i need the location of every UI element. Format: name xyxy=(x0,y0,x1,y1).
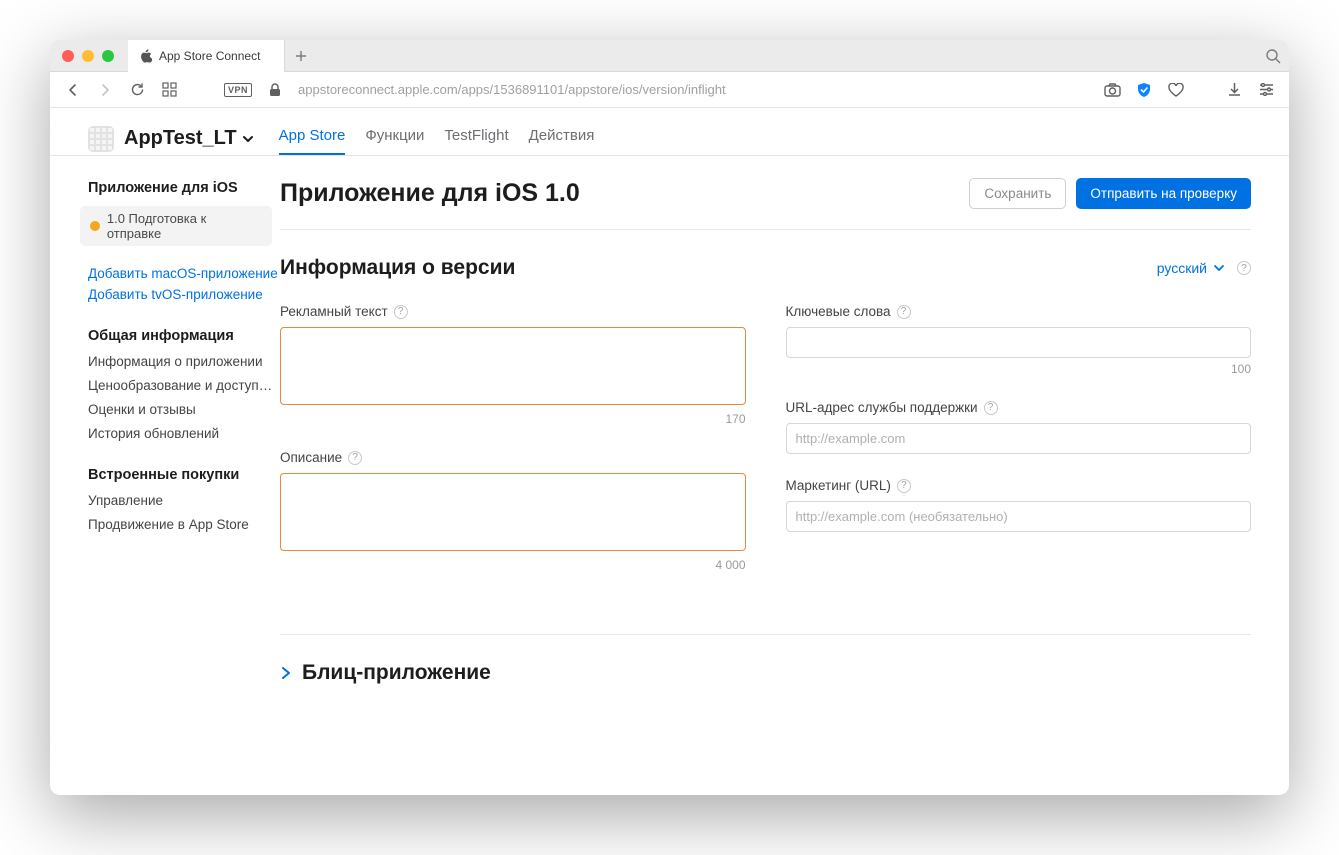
chevron-right-icon xyxy=(280,665,292,681)
settings-lines-icon[interactable] xyxy=(1257,81,1275,99)
tab-features[interactable]: Функции xyxy=(365,127,424,155)
sidebar-general-title: Общая информация xyxy=(88,328,280,344)
minimize-window-icon[interactable] xyxy=(82,50,94,62)
tab-title: App Store Connect xyxy=(159,49,260,63)
tab-bar: App Store Connect xyxy=(50,40,1289,72)
sidebar-iap-title: Встроенные покупки xyxy=(88,467,280,483)
description-textarea[interactable] xyxy=(280,473,746,551)
address-bar[interactable]: appstoreconnect.apple.com/apps/153689110… xyxy=(298,82,726,97)
support-url-input[interactable] xyxy=(786,423,1252,454)
add-macos-link[interactable]: Добавить macOS-приложение xyxy=(88,266,280,281)
description-label: Описание? xyxy=(280,450,746,465)
lock-icon xyxy=(266,81,284,99)
browser-window: App Store Connect VPN appstoreconnect.ap… xyxy=(50,40,1289,795)
window-controls xyxy=(50,50,128,62)
camera-icon[interactable] xyxy=(1103,81,1121,99)
support-url-label: URL-адрес службы поддержки? xyxy=(786,400,1252,415)
help-icon[interactable]: ? xyxy=(348,451,362,465)
status-dot-icon xyxy=(90,221,100,231)
help-icon[interactable]: ? xyxy=(1237,261,1251,275)
section-version-info: Информация о версии xyxy=(280,256,515,280)
help-icon[interactable]: ? xyxy=(394,305,408,319)
chevron-down-icon xyxy=(1213,262,1225,274)
sidebar-item-ratings[interactable]: Оценки и отзывы xyxy=(88,402,278,417)
browser-tab[interactable]: App Store Connect xyxy=(128,40,285,72)
sidebar-ios-title: Приложение для iOS xyxy=(88,180,280,196)
marketing-url-input[interactable] xyxy=(786,501,1252,532)
promo-label: Рекламный текст? xyxy=(280,304,746,319)
browser-toolbar: VPN appstoreconnect.apple.com/apps/15368… xyxy=(50,72,1289,108)
tab-appstore[interactable]: App Store xyxy=(279,127,346,155)
page-title: Приложение для iOS 1.0 xyxy=(280,179,580,208)
chevron-down-icon xyxy=(241,132,255,146)
main-content: Приложение для iOS 1.0 Сохранить Отправи… xyxy=(280,156,1289,795)
sidebar-item-pricing[interactable]: Ценообразование и доступно… xyxy=(88,378,278,393)
sidebar: Приложение для iOS 1.0 Подготовка к отпр… xyxy=(50,156,280,795)
promo-counter: 170 xyxy=(280,412,746,426)
help-icon[interactable]: ? xyxy=(897,305,911,319)
forward-icon[interactable] xyxy=(96,81,114,99)
page-header: AppTest_LT App Store Функции TestFlight … xyxy=(50,108,1289,156)
tabbar-search-icon[interactable] xyxy=(1257,48,1289,64)
tab-testflight[interactable]: TestFlight xyxy=(444,127,508,155)
sidebar-item-manage[interactable]: Управление xyxy=(88,493,278,508)
help-icon[interactable]: ? xyxy=(984,401,998,415)
reload-icon[interactable] xyxy=(128,81,146,99)
keywords-label: Ключевые слова? xyxy=(786,304,1252,319)
sidebar-item-app-info[interactable]: Информация о приложении xyxy=(88,354,278,369)
app-name-dropdown[interactable]: AppTest_LT xyxy=(124,127,255,150)
keywords-input[interactable] xyxy=(786,327,1252,358)
appclip-title: Блиц-приложение xyxy=(302,661,491,685)
apple-logo-icon xyxy=(140,49,152,63)
vpn-badge[interactable]: VPN xyxy=(224,83,252,97)
version-status-pill[interactable]: 1.0 Подготовка к отправке xyxy=(80,206,272,246)
heart-icon[interactable] xyxy=(1167,81,1185,99)
download-icon[interactable] xyxy=(1225,81,1243,99)
language-selector[interactable]: русский ? xyxy=(1157,260,1251,276)
sidebar-item-promote[interactable]: Продвижение в App Store xyxy=(88,517,278,532)
sidebar-item-history[interactable]: История обновлений xyxy=(88,426,278,441)
marketing-url-label: Маркетинг (URL)? xyxy=(786,478,1252,493)
new-tab-button[interactable] xyxy=(285,40,317,72)
submit-button[interactable]: Отправить на проверку xyxy=(1076,178,1251,209)
keywords-counter: 100 xyxy=(786,362,1252,376)
save-button[interactable]: Сохранить xyxy=(969,178,1066,209)
nav-tabs: App Store Функции TestFlight Действия xyxy=(279,122,595,155)
help-icon[interactable]: ? xyxy=(897,479,911,493)
close-window-icon[interactable] xyxy=(62,50,74,62)
extensions-icon[interactable] xyxy=(160,81,178,99)
promo-textarea[interactable] xyxy=(280,327,746,405)
add-tvos-link[interactable]: Добавить tvOS-приложение xyxy=(88,287,280,302)
appclip-section-header[interactable]: Блиц-приложение xyxy=(280,634,1251,685)
tab-actions[interactable]: Действия xyxy=(529,127,595,155)
shield-check-icon[interactable] xyxy=(1135,81,1153,99)
zoom-window-icon[interactable] xyxy=(102,50,114,62)
back-icon[interactable] xyxy=(64,81,82,99)
app-icon xyxy=(88,126,114,152)
description-counter: 4 000 xyxy=(280,558,746,572)
